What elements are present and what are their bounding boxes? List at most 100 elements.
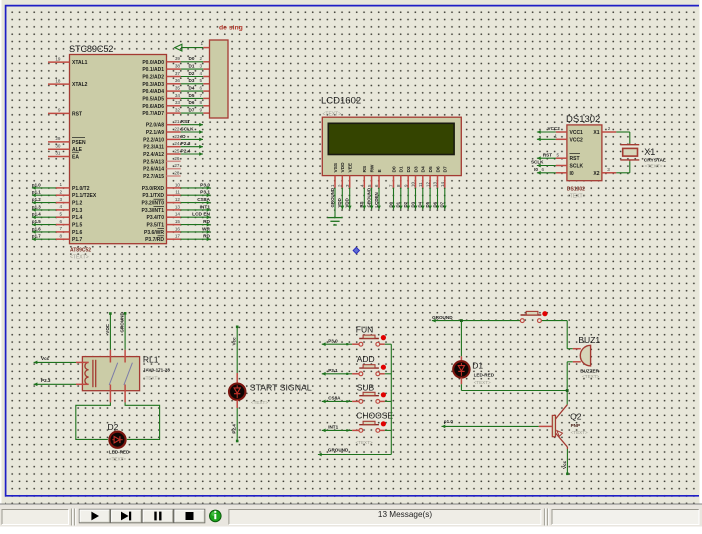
svg-text:de sing: de sing (219, 25, 243, 32)
svg-text:DS1302: DS1302 (566, 114, 600, 125)
svg-text:P0.3/AD3: P0.3/AD3 (142, 82, 164, 88)
svg-text:<TEXT>: <TEXT> (582, 374, 599, 379)
svg-text:P3.6/WR: P3.6/WR (144, 230, 164, 236)
svg-text:P3.0/RXD: P3.0/RXD (142, 186, 165, 192)
svg-text:5: 5 (200, 78, 203, 83)
svg-text:14: 14 (175, 212, 181, 217)
svg-text:I0: I0 (534, 167, 538, 172)
svg-text:INT1: INT1 (328, 425, 338, 430)
svg-text:X2: X2 (593, 171, 599, 177)
svg-text:XTAL2: XTAL2 (72, 82, 88, 88)
svg-text:SUB: SUB (357, 382, 375, 392)
svg-text:GROUND: GROUND (330, 188, 335, 208)
svg-text:39: 39 (175, 56, 181, 61)
svg-text:1: 1 (200, 41, 203, 46)
svg-text:P1.7: P1.7 (72, 237, 83, 243)
svg-text:21: 21 (174, 119, 180, 124)
svg-text:D4: D4 (418, 201, 423, 207)
svg-text:P3.2/INT0: P3.2/INT0 (141, 201, 164, 207)
svg-text:P0.1/AD1: P0.1/AD1 (142, 67, 164, 73)
svg-text:<TEXT>: <TEXT> (567, 194, 586, 200)
svg-text:P2.6/A14: P2.6/A14 (143, 167, 164, 173)
svg-text:START SIGNAL: START SIGNAL (250, 382, 312, 392)
svg-text:SCLK: SCLK (181, 126, 195, 132)
svg-text:32: 32 (175, 108, 181, 113)
svg-text:<TEXT>: <TEXT> (70, 255, 89, 261)
svg-text:RS: RS (362, 165, 368, 172)
svg-text:5: 5 (59, 211, 62, 216)
svg-text:7: 7 (59, 226, 62, 231)
svg-text:CS8A: CS8A (328, 396, 341, 401)
svg-text:VCC2: VCC2 (570, 137, 584, 143)
svg-text:26: 26 (174, 156, 180, 161)
svg-text:9: 9 (200, 108, 203, 113)
svg-text:P2.4/A12: P2.4/A12 (143, 152, 164, 158)
svg-text:X1: X1 (593, 130, 599, 136)
svg-text:19: 19 (55, 56, 61, 61)
svg-text:13: 13 (175, 204, 181, 209)
svg-text:<TEXT>: <TEXT> (143, 376, 160, 381)
svg-text:15: 15 (175, 219, 181, 224)
svg-text:FUN: FUN (356, 325, 373, 335)
svg-text:5: 5 (557, 152, 560, 157)
svg-text:BUZ1: BUZ1 (578, 335, 600, 345)
svg-text:GROUND: GROUND (120, 312, 125, 333)
svg-text:33: 33 (175, 100, 181, 105)
svg-text:P2.3: P2.3 (41, 378, 51, 383)
svg-text:D2: D2 (108, 422, 119, 432)
svg-text:D6: D6 (435, 166, 441, 172)
svg-text:P1.6: P1.6 (72, 230, 83, 236)
svg-text:GROUND: GROUND (328, 448, 349, 453)
svg-text:P2.1/A9: P2.1/A9 (146, 130, 164, 136)
svg-text:RST: RST (570, 156, 580, 162)
svg-text:D5: D5 (428, 166, 434, 172)
svg-text:12: 12 (425, 181, 430, 187)
svg-text:D2: D2 (189, 71, 195, 76)
svg-text:14: 14 (440, 181, 445, 187)
svg-text:p1.6: p1.6 (32, 226, 41, 231)
svg-text:P0.7/AD7: P0.7/AD7 (142, 111, 164, 117)
svg-text:22: 22 (174, 126, 180, 131)
svg-text:<TEXT>: <TEXT> (571, 430, 588, 435)
svg-text:1: 1 (59, 182, 62, 187)
svg-text:3: 3 (607, 167, 610, 172)
svg-text:LCD1602: LCD1602 (321, 96, 361, 107)
svg-text:CRYSTAL: CRYSTAL (644, 158, 666, 164)
svg-text:BUZZER: BUZZER (580, 368, 599, 373)
svg-text:D1: D1 (396, 201, 401, 207)
svg-text:ADD: ADD (357, 354, 375, 364)
svg-text:D7: D7 (189, 108, 195, 113)
svg-text:P3.3/INT1: P3.3/INT1 (141, 208, 164, 214)
svg-text:IO: IO (181, 134, 186, 140)
svg-text:<TEXT>: <TEXT> (645, 163, 663, 169)
svg-text:SCLK: SCLK (531, 160, 544, 165)
svg-text:11: 11 (418, 182, 423, 187)
svg-text:RD: RD (203, 219, 210, 225)
svg-text:AT89C52: AT89C52 (70, 248, 91, 254)
svg-text:D0: D0 (189, 56, 195, 61)
svg-text:16: 16 (175, 226, 181, 231)
svg-text:PSEN: PSEN (72, 140, 86, 146)
svg-text:36: 36 (175, 78, 181, 83)
svg-text:P2.4: P2.4 (181, 148, 191, 154)
svg-text:D2: D2 (406, 166, 412, 172)
svg-text:GROUND: GROUND (432, 315, 453, 320)
svg-text:8: 8 (200, 100, 203, 105)
svg-text:P3.4/T0: P3.4/T0 (146, 215, 164, 221)
svg-text:P0.2/AD2: P0.2/AD2 (142, 75, 164, 81)
svg-text:GROUND: GROUND (366, 188, 371, 208)
svg-text:VCC2: VCC2 (548, 126, 561, 131)
svg-text:34: 34 (175, 93, 181, 98)
svg-text:Vcc: Vcc (41, 356, 50, 361)
svg-text:6: 6 (59, 219, 62, 224)
svg-text:9: 9 (58, 108, 61, 113)
svg-text:VDD: VDD (340, 162, 346, 173)
svg-text:P3.1/TXD: P3.1/TXD (142, 193, 164, 199)
svg-text:P1.2: P1.2 (72, 201, 83, 207)
svg-text:D4: D4 (421, 166, 427, 172)
svg-text:CHOOSE: CHOOSE (356, 411, 393, 421)
svg-text:1: 1 (554, 134, 557, 139)
svg-text:4: 4 (200, 71, 203, 76)
svg-text:VCC1: VCC1 (570, 130, 584, 136)
svg-text:2: 2 (59, 189, 62, 194)
